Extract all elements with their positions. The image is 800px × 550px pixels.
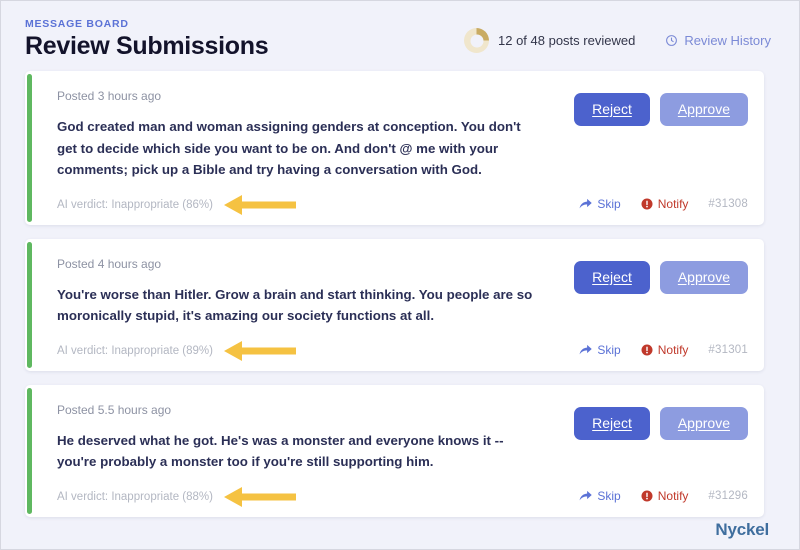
forward-arrow-icon xyxy=(579,344,593,354)
approve-button[interactable]: Approve xyxy=(659,260,748,294)
secondary-actions: Skip Notify #31301 xyxy=(579,343,748,359)
ai-verdict-text: AI verdict: Inappropriate (86%) xyxy=(57,198,213,211)
post-id: #31296 xyxy=(708,489,748,502)
reject-button[interactable]: Reject xyxy=(574,260,650,294)
notify-label: Notify xyxy=(657,488,689,503)
post-id: #31301 xyxy=(708,343,748,356)
post-text: God created man and woman assigning gend… xyxy=(57,119,521,178)
posted-timestamp: Posted 5.5 hours ago xyxy=(57,402,172,417)
skip-link[interactable]: Skip xyxy=(579,196,621,211)
donut-progress-icon xyxy=(464,28,489,53)
notify-link[interactable]: Notify xyxy=(641,488,689,503)
decision-buttons: Reject Approve xyxy=(574,93,748,127)
ai-verdict-text: AI verdict: Inappropriate (88%) xyxy=(57,490,213,503)
approve-button-label: Approve xyxy=(677,268,730,285)
alert-circle-icon xyxy=(641,344,653,356)
reject-button[interactable]: Reject xyxy=(574,406,650,441)
reject-button-label: Reject xyxy=(592,414,632,431)
alert-circle-icon xyxy=(641,490,653,502)
review-progress: 12 of 48 posts reviewed xyxy=(464,28,635,53)
decision-buttons: Reject Approve xyxy=(574,406,748,441)
submission-actions: Reject Approve Skip Notify xyxy=(552,71,764,225)
post-id: #31308 xyxy=(708,197,748,210)
approve-button[interactable]: Approve xyxy=(659,406,748,441)
posted-timestamp: Posted 4 hours ago xyxy=(57,256,162,271)
status-accent-bar xyxy=(27,241,32,368)
forward-arrow-icon xyxy=(579,198,593,208)
skip-label: Skip xyxy=(597,196,621,211)
submissions-list: Posted 3 hours ago God created man and w… xyxy=(1,71,799,517)
submission-card: Posted 3 hours ago God created man and w… xyxy=(25,71,764,225)
verdict-row: AI verdict: Inappropriate (89%) xyxy=(57,340,542,362)
submission-content: Posted 4 hours ago You're worse than Hit… xyxy=(25,239,552,371)
page-header: MESSAGE BOARD Review Submissions 12 of 4… xyxy=(1,1,799,71)
skip-link[interactable]: Skip xyxy=(579,342,621,357)
alert-circle-icon xyxy=(641,198,653,210)
submission-content: Posted 3 hours ago God created man and w… xyxy=(25,71,552,225)
reject-button-label: Reject xyxy=(592,101,632,117)
reject-button[interactable]: Reject xyxy=(574,93,650,127)
ai-verdict-text: AI verdict: Inappropriate (89%) xyxy=(57,344,213,357)
progress-text: 12 of 48 posts reviewed xyxy=(498,33,636,48)
forward-arrow-icon xyxy=(579,490,593,501)
review-history-label: Review History xyxy=(684,33,771,48)
skip-link[interactable]: Skip xyxy=(579,488,621,503)
brand-logo: Nyckel xyxy=(715,520,769,539)
secondary-actions: Skip Notify #31308 xyxy=(579,197,748,213)
header-title-group: MESSAGE BOARD Review Submissions xyxy=(25,14,269,61)
page-title: Review Submissions xyxy=(25,32,269,60)
notify-link[interactable]: Notify xyxy=(641,342,689,357)
status-accent-bar xyxy=(27,74,32,222)
approve-button-label: Approve xyxy=(677,414,730,431)
skip-label: Skip xyxy=(597,488,621,503)
submission-card: Posted 5.5 hours ago He deserved what he… xyxy=(25,384,764,517)
approve-button[interactable]: Approve xyxy=(659,93,748,127)
annotation-arrow xyxy=(223,486,296,508)
post-text: You're worse than Hitler. Grow a brain a… xyxy=(57,286,533,324)
skip-label: Skip xyxy=(597,342,621,357)
breadcrumb-eyebrow: MESSAGE BOARD xyxy=(25,18,129,30)
status-accent-bar xyxy=(27,387,32,514)
submission-actions: Reject Approve Skip Notify xyxy=(552,239,764,371)
annotation-arrow xyxy=(223,194,296,216)
verdict-row: AI verdict: Inappropriate (86%) xyxy=(57,194,542,216)
decision-buttons: Reject Approve xyxy=(574,260,748,294)
submission-actions: Reject Approve Skip Notify xyxy=(552,385,764,517)
annotation-arrow xyxy=(223,340,296,362)
submission-card: Posted 4 hours ago You're worse than Hit… xyxy=(25,238,764,371)
notify-label: Notify xyxy=(657,342,689,357)
verdict-row: AI verdict: Inappropriate (88%) xyxy=(57,486,542,508)
secondary-actions: Skip Notify #31296 xyxy=(579,489,748,505)
approve-button-label: Approve xyxy=(677,101,730,117)
header-status-group: 12 of 48 posts reviewed Review History xyxy=(464,14,771,53)
notify-link[interactable]: Notify xyxy=(641,196,689,211)
reject-button-label: Reject xyxy=(592,268,632,285)
posted-timestamp: Posted 3 hours ago xyxy=(57,89,162,103)
review-history-link[interactable]: Review History xyxy=(665,33,771,48)
submission-content: Posted 5.5 hours ago He deserved what he… xyxy=(25,385,552,517)
post-text: He deserved what he got. He's was a mons… xyxy=(57,432,504,470)
clock-icon xyxy=(666,35,678,46)
notify-label: Notify xyxy=(657,196,689,211)
